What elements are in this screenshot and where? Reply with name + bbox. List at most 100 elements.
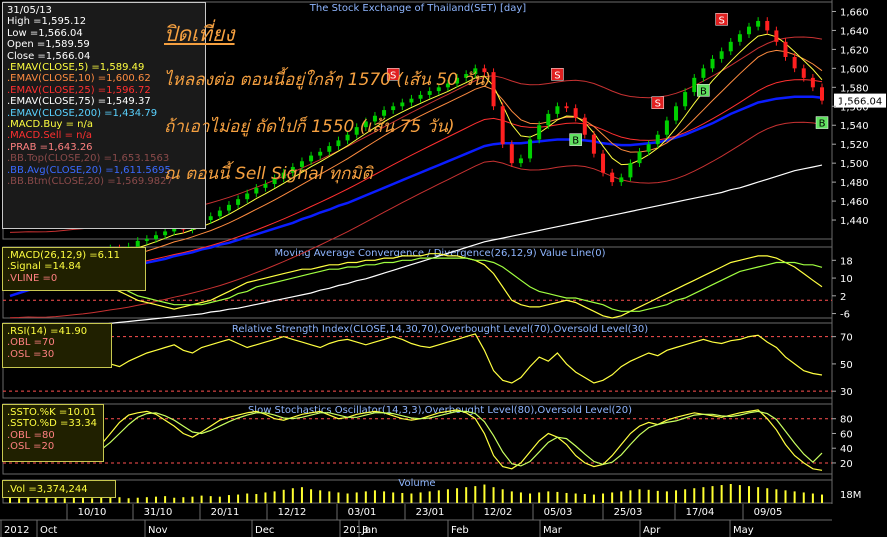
volume-bar: [218, 496, 221, 503]
month-label: Jan: [361, 525, 377, 536]
month-label: Feb: [451, 525, 469, 536]
candle-body: [144, 239, 149, 241]
candle-body: [737, 34, 742, 42]
volume-bar: [684, 489, 687, 503]
candle-body: [564, 106, 569, 109]
y-tick-label: 1,500: [840, 159, 869, 170]
candle-body: [683, 92, 688, 107]
candle-body: [537, 125, 542, 140]
volume-bar: [437, 490, 440, 503]
ssto-legend: .SSTO.%K =10.01 .SSTO.%D =33.34 .OBL =80…: [2, 404, 104, 462]
candle-body: [820, 87, 824, 101]
month-label: 2012: [4, 525, 29, 536]
buy-signal-label: B: [819, 119, 826, 130]
volume-bar: [81, 497, 84, 503]
volume-bar: [802, 492, 805, 503]
volume-bar: [355, 492, 358, 503]
legend-rsi-obl: .OBL =70: [7, 337, 55, 349]
y-tick-label: 70: [840, 333, 853, 344]
y-tick-label: 50: [840, 360, 853, 371]
volume-bar: [784, 490, 787, 503]
candle-body: [619, 177, 624, 183]
candle-body: [327, 146, 332, 152]
buy-signal-label: B: [572, 136, 579, 147]
candle-body: [710, 58, 715, 69]
volume-bar: [775, 489, 778, 503]
buy-signal-label: B: [700, 86, 707, 97]
volume-bar: [738, 485, 741, 503]
candle-body: [701, 68, 706, 78]
volume-bar: [127, 498, 130, 503]
panel-title-2: Relative Strength Index(CLOSE,14,30,70),…: [232, 324, 648, 335]
volume-bar: [620, 491, 623, 503]
y-tick-label: 20: [840, 459, 853, 470]
candle-body: [783, 41, 788, 57]
volume-bar: [419, 492, 422, 503]
volume-bar: [592, 494, 595, 503]
volume-bar: [346, 493, 349, 503]
legend-ssto-k: .SSTO.%K =10.01: [7, 407, 96, 418]
candle-body: [792, 56, 797, 69]
volume-bar: [766, 488, 769, 503]
candle-body: [217, 210, 222, 217]
annotation-line-1: ไหลลงต่อ ตอนนี้อยู่ใกล้ๆ 1570 (เส้น 50 ว…: [164, 70, 492, 90]
date-label: 20/11: [211, 507, 240, 518]
legend-ssto-d: .SSTO.%D =33.34: [7, 418, 98, 430]
volume-bar: [328, 491, 331, 503]
volume-bar: [647, 489, 650, 503]
y-tick-label: 80: [840, 415, 853, 426]
volume-bar: [611, 492, 614, 503]
volume-bar: [383, 491, 386, 503]
candle-body: [810, 77, 815, 88]
candle-body: [409, 98, 414, 103]
volume-bar: [547, 491, 550, 503]
legend-ema75: .EMAV(CLOSE,75) =1,549.37: [7, 96, 151, 108]
volume-bar: [602, 493, 605, 503]
volume-bar: [27, 497, 30, 503]
volume-bar: [310, 489, 313, 503]
volume-bar: [36, 498, 39, 503]
candle-body: [528, 139, 533, 159]
volume-axis-label: 18M: [840, 490, 861, 501]
month-label: Dec: [255, 525, 274, 536]
legend-close: Close =1,566.04: [7, 50, 91, 62]
volume-bar: [273, 491, 276, 503]
volume-bar: [656, 490, 659, 503]
volume-bar: [136, 497, 139, 503]
y-tick-label: 60: [840, 429, 853, 440]
date-label: 03/01: [348, 507, 377, 518]
y-tick-label: 1,660: [840, 7, 869, 18]
volume-bar: [300, 487, 303, 503]
volume-bar: [255, 494, 258, 503]
candle-body: [610, 172, 615, 183]
candle-body: [747, 26, 752, 35]
volume-bar: [364, 491, 367, 503]
sell-signal-label: S: [554, 70, 560, 81]
volume-bar: [456, 488, 459, 503]
volume-bar: [757, 487, 760, 503]
volume-bar: [209, 496, 212, 503]
volume-bar: [45, 497, 48, 503]
date-label: 25/03: [614, 507, 643, 518]
volume-bar: [100, 497, 103, 503]
candle-body: [765, 20, 770, 31]
date-label: 17/04: [686, 507, 715, 518]
candle-body: [318, 151, 323, 156]
sell-signal-label: S: [655, 99, 661, 110]
volume-bar: [583, 494, 586, 503]
annotation-line-2: ถ้าเอาไม่อยู่ ถัดไปก็ 1550 (เส้น 75 วัน): [164, 117, 455, 137]
volume-bar: [227, 495, 230, 503]
volume-bar: [492, 487, 495, 503]
candle-body: [582, 117, 587, 135]
date-label: 10/10: [78, 507, 107, 518]
candle-body: [208, 216, 213, 221]
month-label: Nov: [148, 525, 168, 536]
volume-bar: [538, 492, 541, 503]
candle-body: [646, 144, 651, 152]
volume-bar: [510, 491, 513, 503]
month-label: Oct: [40, 525, 57, 536]
volume-bar: [711, 486, 714, 503]
y-tick-label: -6: [840, 310, 850, 321]
y-tick-label: 30: [840, 387, 853, 398]
y-tick-label: 18: [840, 256, 853, 267]
